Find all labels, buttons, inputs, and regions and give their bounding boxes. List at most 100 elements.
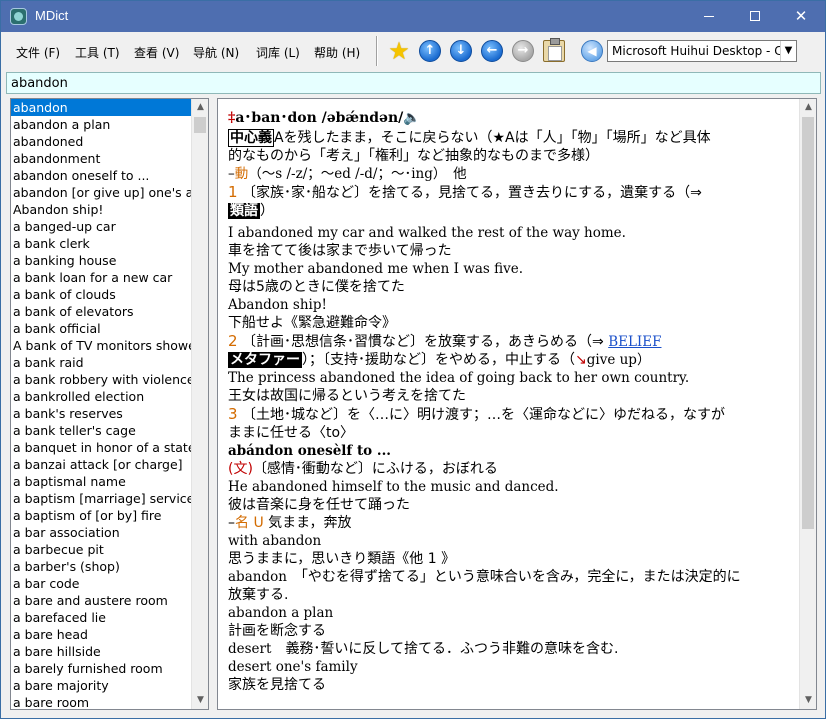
arrow-left-icon[interactable]: ←	[481, 40, 503, 62]
word-list-item[interactable]: abandon a plan	[11, 116, 192, 133]
minimize-icon	[704, 16, 714, 17]
word-list-item[interactable]: a bare and austere room	[11, 592, 192, 609]
word-list-item[interactable]: a banking house	[11, 252, 192, 269]
arrow-down-icon[interactable]: ↓	[450, 40, 472, 62]
scroll-up-icon[interactable]: ▲	[800, 99, 816, 116]
phrase-heading: abándon onesèlf to ...	[228, 443, 391, 459]
mdict-window: MDict ✕ 文件 (F) 工具 (T) 查看 (V) 导航 (N) 词库 (…	[0, 0, 826, 719]
arrow-right-icon[interactable]: →	[512, 40, 534, 62]
phrase-definition: (文)〔感情･衝動など〕にふける，おぼれる	[228, 460, 796, 478]
chevron-down-icon[interactable]: ▼	[780, 41, 796, 61]
menu-library[interactable]: 词库 (L)	[256, 44, 300, 61]
mdict-app-icon	[10, 8, 27, 25]
noun-sense: –名 U 気まま，奔放	[228, 514, 796, 532]
sense-1: 1 〔家族･家･船など〕を捨てる，見捨てる，置き去りにする，遺棄する（⇒	[228, 183, 796, 202]
word-list-item[interactable]: a bare room	[11, 694, 192, 709]
word-list-item[interactable]: A bank of TV monitors showe	[11, 337, 192, 354]
sense-1-close: ）	[260, 203, 274, 219]
example-jp: 思うままに，思いきり類語《他 1 》	[228, 551, 456, 567]
synonym-desc: 義務･誓いに反して捨てる．ふつう非難の意味を含む.	[285, 641, 619, 657]
dictionary-select[interactable]: Microsoft Huihui Desktop - C ▼	[607, 40, 797, 62]
word-list-item[interactable]: Abandon ship!	[11, 201, 192, 218]
example-jp: 王女は故国に帰るという考えを捨てた	[228, 388, 466, 404]
word-list-item[interactable]: a bank of clouds	[11, 286, 192, 303]
scroll-down-icon[interactable]: ▼	[192, 692, 208, 709]
word-list-item[interactable]: a barbecue pit	[11, 541, 192, 558]
sense-number: 1	[228, 183, 238, 201]
example-jp: 車を捨てて後は家まで歩いて帰った	[228, 243, 452, 259]
metaphor-link[interactable]: メタファー	[228, 352, 302, 368]
toolbar: 文件 (F) 工具 (T) 查看 (V) 导航 (N) 词库 (L) 帮助 (H…	[1, 32, 825, 70]
word-list-item[interactable]: abandon oneself to ...	[11, 167, 192, 184]
word-list-item[interactable]: a baptism of [or by] fire	[11, 507, 192, 524]
menu-view[interactable]: 查看 (V)	[134, 44, 179, 61]
arrow-up-icon[interactable]: ↑	[419, 40, 441, 62]
word-list-item[interactable]: abandonment	[11, 150, 192, 167]
word-list-item[interactable]: a bare hillside	[11, 643, 192, 660]
scroll-down-icon[interactable]: ▼	[800, 692, 816, 709]
word-list-item[interactable]: a banged-up car	[11, 218, 192, 235]
minimize-button[interactable]	[686, 1, 732, 32]
word-list-item[interactable]: a bank raid	[11, 354, 192, 371]
sense-2-text-3: give up）	[586, 352, 651, 368]
speaker-icon[interactable]: ◀	[581, 40, 603, 62]
search-bar	[6, 72, 821, 94]
word-list-item[interactable]: a banquet in honor of a state	[11, 439, 192, 456]
word-list-items: abandon abandon a plan abandoned abandonmen…	[11, 99, 192, 709]
word-list-item[interactable]: a bankrolled election	[11, 388, 192, 405]
star-icon[interactable]: ★	[388, 39, 410, 63]
scrollbar-thumb[interactable]	[194, 117, 206, 133]
word-list-item[interactable]: a bank teller's cage	[11, 422, 192, 439]
word-list-item[interactable]: a bank clerk	[11, 235, 192, 252]
word-list-scrollbar[interactable]: ▲ ▼	[191, 99, 208, 709]
window-title: MDict	[35, 8, 69, 23]
word-list-item[interactable]: a bank of elevators	[11, 303, 192, 320]
definition-pane: ‡a･ban･don /əbǽndən/🔈 中心義 Aを残したまま，そこに戻らない…	[217, 98, 817, 710]
word-list-item[interactable]: abandon	[11, 99, 192, 116]
menu-file[interactable]: 文件 (F)	[16, 44, 60, 61]
word-list-item[interactable]: abandon [or give up] one's an	[11, 184, 192, 201]
title-bar: MDict ✕	[1, 1, 825, 32]
scroll-up-icon[interactable]: ▲	[192, 99, 208, 116]
word-list-item[interactable]: a barefaced lie	[11, 609, 192, 626]
menu-navigate[interactable]: 导航 (N)	[193, 44, 239, 61]
inflection-text: （～s /-z/；～ed /-d/；～･ing） 他	[248, 166, 467, 182]
search-input[interactable]	[7, 73, 820, 93]
word-list-item[interactable]: a baptismal name	[11, 473, 192, 490]
synonym-desc-2: 放棄する.	[228, 587, 289, 603]
inflection-prefix: –	[228, 166, 235, 182]
pane-splitter[interactable]	[210, 98, 216, 710]
word-list-item[interactable]: a bank's reserves	[11, 405, 192, 422]
word-list-item[interactable]: a barber's (shop)	[11, 558, 192, 575]
menu-tools[interactable]: 工具 (T)	[75, 44, 120, 61]
example-en: Abandon ship!	[228, 297, 327, 313]
definition-scrollbar[interactable]: ▲ ▼	[799, 99, 816, 709]
word-list-item[interactable]: a banzai attack [or charge]	[11, 456, 192, 473]
word-list-item[interactable]: a bare head	[11, 626, 192, 643]
uncountable-mark: U	[253, 515, 264, 531]
word-list-item[interactable]: a bar code	[11, 575, 192, 592]
menu-help[interactable]: 帮助 (H)	[314, 44, 360, 61]
close-button[interactable]: ✕	[778, 1, 824, 32]
inflection-line: –動（～s /-z/；～ed /-d/；～･ing） 他	[228, 165, 796, 183]
core-meaning-tag: 中心義	[228, 129, 274, 147]
entry-headword: ‡a･ban･don /əbǽndən/🔈	[228, 107, 796, 129]
scrollbar-thumb[interactable]	[802, 117, 814, 529]
word-list-item[interactable]: a bank loan for a new car	[11, 269, 192, 286]
word-list-item[interactable]: a bar association	[11, 524, 192, 541]
word-list-item[interactable]: abandoned	[11, 133, 192, 150]
part-of-speech-noun: 名	[235, 515, 249, 531]
word-list-item[interactable]: a bare majority	[11, 677, 192, 694]
word-list-item[interactable]: a bank official	[11, 320, 192, 337]
word-list-item[interactable]: a bank robbery with violence	[11, 371, 192, 388]
word-list-item[interactable]: a baptism [marriage] service	[11, 490, 192, 507]
belief-link[interactable]: BELIEF	[608, 334, 661, 350]
synonym-word: desert	[228, 641, 272, 657]
sense-3-text-2: ままに任せる〈to〉	[228, 425, 355, 441]
synonym-link[interactable]: 類語	[228, 203, 260, 219]
clipboard-icon[interactable]	[543, 38, 565, 62]
word-list-item[interactable]: a barely furnished room	[11, 660, 192, 677]
example-jp: 彼は音楽に身を任せて踊った	[228, 497, 410, 513]
pronunciation-speaker-icon[interactable]: 🔈	[403, 110, 420, 126]
maximize-button[interactable]	[732, 1, 778, 32]
